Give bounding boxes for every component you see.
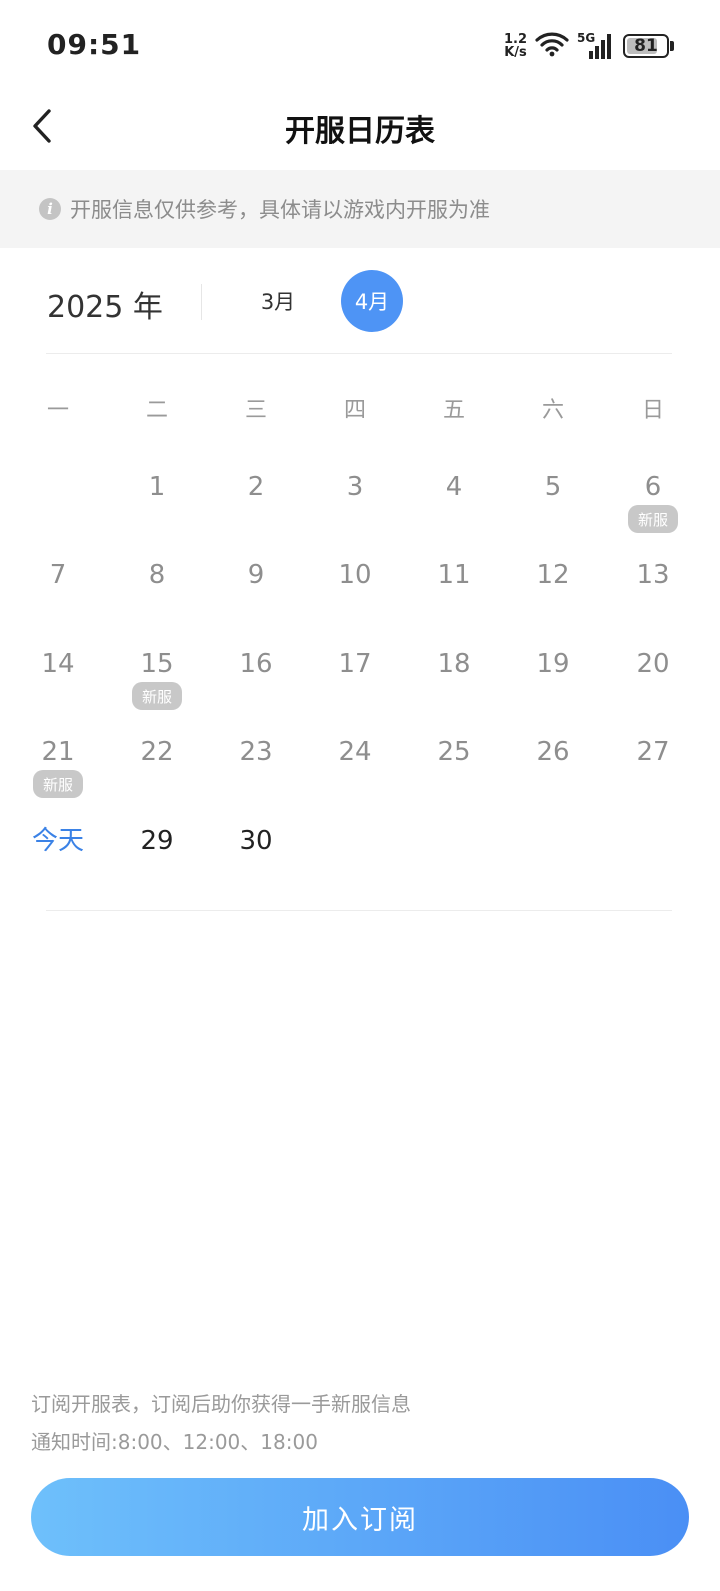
calendar-day[interactable]: 22 [107, 736, 207, 822]
battery-indicator: 81 [623, 34, 674, 58]
day-number: 24 [338, 737, 372, 767]
calendar-day[interactable]: 16 [206, 648, 306, 734]
day-number: 8 [148, 560, 166, 590]
day-number: 7 [49, 560, 67, 590]
today-label: 今天 [31, 826, 84, 856]
day-number: 27 [636, 737, 670, 767]
calendar-day[interactable]: 30 [206, 825, 306, 911]
weekday-label: 六 [541, 398, 564, 423]
calendar-day[interactable]: 11 [404, 559, 504, 645]
status-time: 09:51 [47, 28, 142, 61]
calendar-day[interactable]: 26 [503, 736, 603, 822]
calendar-day[interactable]: 19 [503, 648, 603, 734]
calendar-day[interactable]: 10 [305, 559, 405, 645]
day-number: 19 [536, 649, 570, 679]
day-number: 5 [544, 472, 562, 502]
calendar-day[interactable]: 17 [305, 648, 405, 734]
calendar-day[interactable]: 5 [503, 471, 603, 557]
new-server-badge: 新服 [132, 682, 182, 710]
calendar-day[interactable]: 3 [305, 471, 405, 557]
day-number: 26 [536, 737, 570, 767]
day-number: 20 [636, 649, 670, 679]
day-number: 13 [636, 560, 670, 590]
calendar-day[interactable]: 25 [404, 736, 504, 822]
month-selector: 2025 年 3月 4月 [0, 248, 720, 354]
day-number: 12 [536, 560, 570, 590]
screen: 09:51 1.2 K/s 5G 81 开服日历表 i 开服信息仅供参考，具体请… [0, 0, 720, 1591]
divider [46, 353, 672, 354]
calendar-day[interactable]: 18 [404, 648, 504, 734]
day-number: 2 [247, 472, 265, 502]
day-number: 16 [239, 649, 273, 679]
network-speed-unit: K/s [504, 45, 527, 60]
month-tab-march[interactable]: 3月 [247, 270, 309, 332]
network-speed: 1.2 K/s [504, 33, 527, 59]
page-title: 开服日历表 [285, 114, 435, 149]
calendar-day[interactable]: 23 [206, 736, 306, 822]
calendar-day[interactable]: 24 [305, 736, 405, 822]
battery-level: 81 [634, 36, 658, 56]
calendar-day[interactable]: 4 [404, 471, 504, 557]
subscribe-button[interactable]: 加入订阅 [31, 1478, 689, 1556]
day-number: 14 [41, 649, 75, 679]
calendar-day[interactable]: 15 新服 [107, 648, 207, 734]
weekday-label: 日 [641, 398, 664, 423]
calendar-day[interactable]: 6 新服 [603, 471, 703, 557]
day-number: 29 [140, 826, 174, 856]
day-number: 30 [239, 826, 273, 856]
wifi-icon [535, 31, 569, 61]
calendar-day[interactable]: 7 [8, 559, 108, 645]
weekday-label: 一 [46, 398, 69, 423]
day-number: 11 [437, 560, 471, 590]
battery-icon: 81 [623, 34, 669, 58]
weekday-header: 一二三四五六日 [0, 392, 720, 432]
day-number: 1 [148, 472, 166, 502]
day-number: 6 [644, 472, 662, 502]
calendar-day[interactable]: 9 [206, 559, 306, 645]
battery-cap [670, 41, 674, 51]
year-label: 2025 年 [47, 290, 163, 325]
weekday-label: 二 [145, 398, 168, 423]
header: 开服日历表 [0, 90, 720, 170]
day-number: 18 [437, 649, 471, 679]
month-tab-april[interactable]: 4月 [341, 270, 403, 332]
new-server-badge: 新服 [33, 770, 83, 798]
day-number: 22 [140, 737, 174, 767]
calendar-day[interactable]: 20 [603, 648, 703, 734]
subscribe-description: 订阅开服表，订阅后助你获得一手新服信息 [31, 1392, 411, 1416]
calendar-day[interactable]: 1 [107, 471, 207, 557]
divider [46, 910, 672, 911]
status-bar: 09:51 1.2 K/s 5G 81 [0, 0, 720, 90]
calendar-day[interactable]: 29 [107, 825, 207, 911]
selector-divider [201, 284, 202, 320]
calendar-day[interactable]: 21 新服 [8, 736, 108, 822]
day-number: 23 [239, 737, 273, 767]
day-number: 15 [140, 649, 174, 679]
day-number: 21 [41, 737, 75, 767]
notice-bar: i 开服信息仅供参考，具体请以游戏内开服为准 [0, 170, 720, 248]
day-number: 25 [437, 737, 471, 767]
calendar-day[interactable]: 27 [603, 736, 703, 822]
calendar-day[interactable]: 12 [503, 559, 603, 645]
day-number: 17 [338, 649, 372, 679]
notification-time: 通知时间:8:00、12:00、18:00 [31, 1430, 318, 1454]
day-number: 3 [346, 472, 364, 502]
calendar-day[interactable]: 13 [603, 559, 703, 645]
calendar-day[interactable]: 8 [107, 559, 207, 645]
new-server-badge: 新服 [628, 505, 678, 533]
day-number: 4 [445, 472, 463, 502]
day-number: 10 [338, 560, 372, 590]
weekday-label: 四 [343, 398, 366, 423]
calendar-day[interactable]: 14 [8, 648, 108, 734]
weekday-label: 五 [442, 398, 465, 423]
calendar-day[interactable]: 今天 [8, 825, 108, 911]
weekday-label: 三 [244, 398, 267, 423]
day-number: 9 [247, 560, 265, 590]
status-icons: 1.2 K/s 5G 81 [504, 30, 674, 62]
calendar-day[interactable]: 2 [206, 471, 306, 557]
cellular-signal-icon: 5G [577, 32, 615, 60]
info-icon: i [39, 198, 61, 220]
notice-text: 开服信息仅供参考，具体请以游戏内开服为准 [70, 198, 490, 222]
